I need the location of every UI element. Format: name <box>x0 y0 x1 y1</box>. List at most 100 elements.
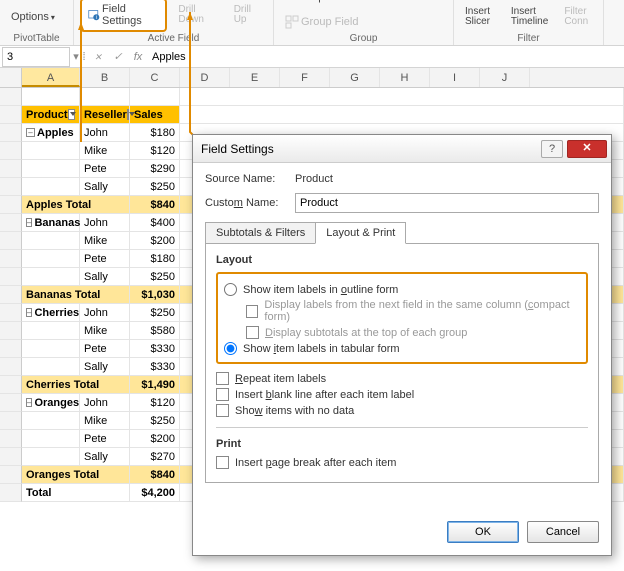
cell[interactable]: $330 <box>130 358 180 376</box>
cell[interactable] <box>22 340 80 358</box>
col-header[interactable]: C <box>130 68 180 87</box>
cell[interactable] <box>22 232 80 250</box>
enter-formula-icon[interactable]: ✓ <box>108 50 128 63</box>
cell[interactable]: Sally <box>80 358 130 376</box>
collapse-field-button[interactable]: – Collapse Field <box>280 0 368 6</box>
grand-total-label[interactable]: Total <box>22 484 130 502</box>
filter-icon[interactable] <box>127 109 129 120</box>
cell[interactable]: Sally <box>80 268 130 286</box>
subtotal-label[interactable]: Cherries Total <box>22 376 130 394</box>
pivot-header-product[interactable]: Product <box>22 106 80 124</box>
close-button[interactable]: ✕ <box>567 140 607 158</box>
col-header[interactable]: H <box>380 68 430 87</box>
ok-button[interactable]: OK <box>447 521 519 543</box>
cell[interactable]: Mike <box>80 412 130 430</box>
cell[interactable]: $290 <box>130 160 180 178</box>
cell[interactable]: John <box>80 214 130 232</box>
options-button[interactable]: Options ▾ <box>6 8 60 26</box>
select-all-corner[interactable] <box>0 68 22 87</box>
cell[interactable]: $200 <box>130 232 180 250</box>
cell[interactable] <box>22 430 80 448</box>
subtotal-label[interactable]: Apples Total <box>22 196 130 214</box>
filter-icon[interactable] <box>68 109 75 120</box>
cell[interactable]: $250 <box>130 268 180 286</box>
col-header[interactable]: A <box>22 68 80 87</box>
cell[interactable] <box>22 412 80 430</box>
help-button[interactable]: ? <box>541 140 563 158</box>
cell[interactable]: John <box>80 124 130 142</box>
cell[interactable]: Mike <box>80 322 130 340</box>
subtotal-value[interactable]: $840 <box>130 466 180 484</box>
cell[interactable] <box>22 268 80 286</box>
cell[interactable]: $270 <box>130 448 180 466</box>
cell[interactable]: $120 <box>130 142 180 160</box>
cell[interactable]: John <box>80 304 130 322</box>
cell[interactable]: $250 <box>130 304 180 322</box>
cell[interactable]: $180 <box>130 124 180 142</box>
collapse-icon[interactable]: – <box>26 308 32 317</box>
cell[interactable]: –Cherries <box>22 304 80 322</box>
col-header[interactable]: I <box>430 68 480 87</box>
cell[interactable] <box>22 322 80 340</box>
cell[interactable]: Mike <box>80 142 130 160</box>
cell[interactable]: $250 <box>130 412 180 430</box>
cell[interactable]: Mike <box>80 232 130 250</box>
checkbox-no-data[interactable]: Show items with no data <box>216 404 588 417</box>
insert-timeline-button[interactable]: Insert Timeline <box>506 4 553 30</box>
checkbox-page-break[interactable]: Insert page break after each item <box>216 456 588 469</box>
cell[interactable]: Pete <box>80 250 130 268</box>
tab-subtotals-filters[interactable]: Subtotals & Filters <box>205 222 316 244</box>
grand-total-value[interactable]: $4,200 <box>130 484 180 502</box>
subtotal-value[interactable]: $1,030 <box>130 286 180 304</box>
dialog-titlebar[interactable]: Field Settings ? ✕ <box>193 135 611 163</box>
cell[interactable] <box>22 358 80 376</box>
pivot-header-reseller[interactable]: Reseller <box>80 106 130 124</box>
cell[interactable] <box>22 448 80 466</box>
col-header[interactable]: B <box>80 68 130 87</box>
cell[interactable]: $250 <box>130 178 180 196</box>
cell[interactable]: Pete <box>80 160 130 178</box>
cell[interactable]: –Apples <box>22 124 80 142</box>
cell[interactable]: $330 <box>130 340 180 358</box>
col-header[interactable]: J <box>480 68 530 87</box>
cell[interactable] <box>22 160 80 178</box>
cell[interactable] <box>22 142 80 160</box>
cell[interactable] <box>22 178 80 196</box>
cell[interactable]: Sally <box>80 178 130 196</box>
name-box[interactable] <box>2 47 70 67</box>
col-header[interactable]: F <box>280 68 330 87</box>
cell[interactable]: John <box>80 394 130 412</box>
fx-icon[interactable]: fx <box>128 51 148 63</box>
subtotal-value[interactable]: $1,490 <box>130 376 180 394</box>
cell[interactable]: Pete <box>80 340 130 358</box>
tab-layout-print[interactable]: Layout & Print <box>315 222 406 244</box>
cell[interactable]: Sally <box>80 448 130 466</box>
cell[interactable]: $200 <box>130 430 180 448</box>
insert-slicer-button[interactable]: Insert Slicer <box>460 4 500 30</box>
cell[interactable]: –Bananas <box>22 214 80 232</box>
subtotal-label[interactable]: Bananas Total <box>22 286 130 304</box>
formula-input[interactable] <box>148 49 624 65</box>
cell[interactable]: $580 <box>130 322 180 340</box>
cell[interactable]: Pete <box>80 430 130 448</box>
subtotal-value[interactable]: $840 <box>130 196 180 214</box>
collapse-icon[interactable]: – <box>26 218 32 227</box>
radio-outline-form[interactable]: Show item labels in outline form <box>224 283 580 296</box>
cell[interactable]: $180 <box>130 250 180 268</box>
custom-name-input[interactable] <box>295 193 599 213</box>
radio-tabular-form[interactable]: Show item labels in tabular form <box>224 342 580 355</box>
collapse-icon[interactable]: – <box>26 128 35 137</box>
collapse-icon[interactable]: – <box>26 398 32 407</box>
cancel-button[interactable]: Cancel <box>527 521 599 543</box>
col-header[interactable]: E <box>230 68 280 87</box>
cell[interactable]: –Oranges <box>22 394 80 412</box>
col-header[interactable]: G <box>330 68 380 87</box>
cell[interactable]: $120 <box>130 394 180 412</box>
checkbox-blank-line[interactable]: Insert blank line after each item label <box>216 388 588 401</box>
field-settings-button[interactable]: i Field Settings <box>80 0 167 32</box>
cancel-formula-icon[interactable]: ✕ <box>88 50 108 63</box>
cell[interactable] <box>22 250 80 268</box>
checkbox-repeat-labels[interactable]: Repeat item labels <box>216 372 588 385</box>
subtotal-label[interactable]: Oranges Total <box>22 466 130 484</box>
cell[interactable]: $400 <box>130 214 180 232</box>
